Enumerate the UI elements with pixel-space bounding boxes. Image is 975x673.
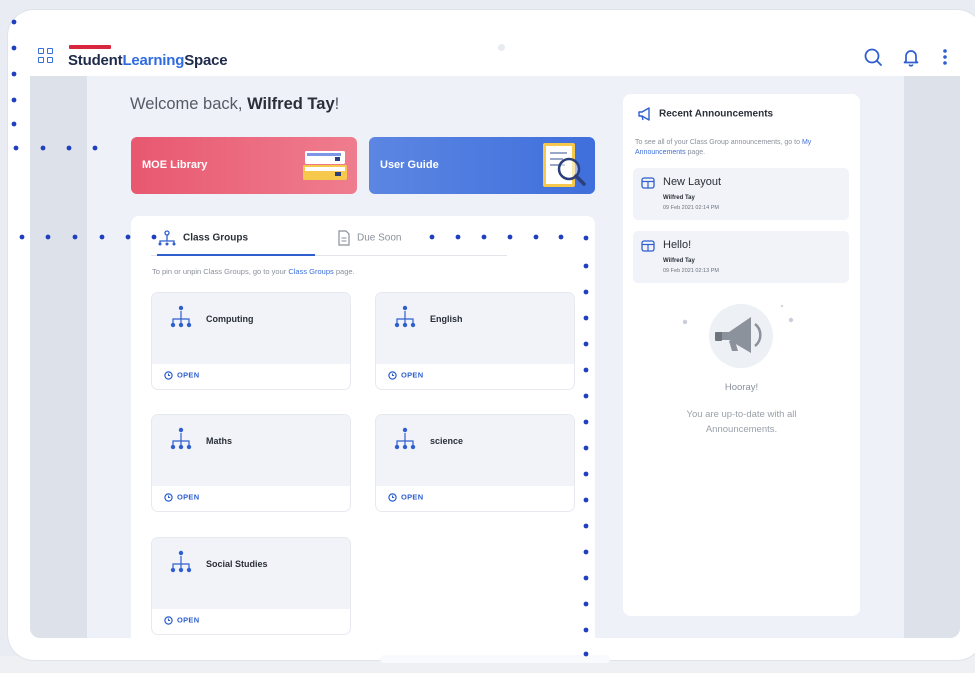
home-indicator xyxy=(380,655,610,663)
brand-flag xyxy=(69,45,111,49)
class-group-card[interactable]: Computing OPEN xyxy=(152,293,350,389)
class-group-name: Computing xyxy=(206,314,254,324)
pin-hint: To pin or unpin Class Groups, go to your… xyxy=(152,267,355,276)
announcements-title: Recent Announcements xyxy=(637,106,773,122)
open-button[interactable]: OPEN xyxy=(388,370,423,380)
class-group-name: Maths xyxy=(206,436,233,446)
announcement-icon xyxy=(641,240,655,252)
people-group-icon xyxy=(170,550,192,573)
tab-bar: Class Groups Due Soon xyxy=(151,224,507,256)
moe-library-label: MOE Library xyxy=(142,159,208,171)
announcement-author: Wilfred Tay xyxy=(663,195,695,201)
brand-text: StudentLearningSpace xyxy=(68,52,228,69)
announcements-panel: Recent Announcements To see all of your … xyxy=(623,94,860,616)
people-group-icon xyxy=(394,305,416,328)
content-area: Welcome back, Wilfred Tay! MOE Library U… xyxy=(30,76,960,638)
open-button[interactable]: OPEN xyxy=(164,615,199,625)
announcement-item[interactable]: Hello! Wilfred Tay 09 Feb 2021 02:13 PM xyxy=(633,231,849,283)
user-guide-card[interactable]: User Guide xyxy=(369,137,595,194)
announcement-item[interactable]: New Layout Wilfred Tay 09 Feb 2021 02:14… xyxy=(633,168,849,220)
announcement-icon xyxy=(641,177,655,189)
tab-class-groups[interactable]: Class Groups xyxy=(157,230,315,256)
left-rail xyxy=(30,76,87,638)
folder-icon xyxy=(303,151,347,180)
announcement-author: Wilfred Tay xyxy=(663,258,695,264)
more-vertical-icon[interactable] xyxy=(934,46,956,68)
hooray-text: Hooray! xyxy=(724,382,759,393)
class-groups-panel: Class Groups Due Soon To pin or unpin Cl… xyxy=(131,216,595,638)
class-group-card[interactable]: science OPEN xyxy=(376,415,574,511)
people-group-icon xyxy=(170,305,192,328)
top-bar: StudentLearningSpace xyxy=(30,40,960,76)
tab-due-soon[interactable]: Due Soon xyxy=(337,230,401,256)
guide-book-icon xyxy=(543,143,586,187)
open-icon xyxy=(388,370,397,380)
open-button[interactable]: OPEN xyxy=(164,370,199,380)
people-group-icon xyxy=(170,427,192,450)
open-icon xyxy=(388,492,397,502)
announcement-date: 09 Feb 2021 02:13 PM xyxy=(663,268,719,274)
class-group-name: Social Studies xyxy=(206,559,268,569)
megaphone-icon xyxy=(638,107,650,121)
announcement-title: New Layout xyxy=(663,176,722,188)
announcements-description: To see all of your Class Group announcem… xyxy=(635,139,812,156)
welcome-heading: Welcome back, Wilfred Tay! xyxy=(130,95,340,113)
dashboard: Welcome back, Wilfred Tay! MOE Library U… xyxy=(87,76,904,638)
right-rail xyxy=(904,76,960,638)
class-group-card[interactable]: English OPEN xyxy=(376,293,574,389)
open-button[interactable]: OPEN xyxy=(164,492,199,502)
open-icon xyxy=(164,492,173,502)
announcement-date: 09 Feb 2021 02:14 PM xyxy=(663,205,719,211)
class-group-card[interactable]: Social Studies OPEN xyxy=(152,538,350,634)
open-button[interactable]: OPEN xyxy=(388,492,423,502)
class-group-name: science xyxy=(430,436,464,446)
up-to-date-text: You are up-to-date with all Announcement… xyxy=(686,409,797,435)
megaphone-illustration xyxy=(682,304,794,368)
class-groups-link[interactable]: Class Groups xyxy=(288,267,333,276)
people-group-icon xyxy=(394,427,416,450)
grid-icon[interactable] xyxy=(38,48,54,64)
user-guide-label: User Guide xyxy=(380,159,439,171)
announcement-title: Hello! xyxy=(663,239,692,251)
search-icon[interactable] xyxy=(862,46,884,68)
user-name: Wilfred Tay xyxy=(247,95,335,113)
class-group-card[interactable]: Maths OPEN xyxy=(152,415,350,511)
class-group-name: English xyxy=(430,314,463,324)
document-icon xyxy=(338,230,350,246)
moe-library-card[interactable]: MOE Library xyxy=(131,137,357,194)
open-icon xyxy=(164,370,173,380)
bell-icon[interactable] xyxy=(900,46,922,68)
class-groups-icon xyxy=(158,230,176,246)
open-icon xyxy=(164,615,173,625)
